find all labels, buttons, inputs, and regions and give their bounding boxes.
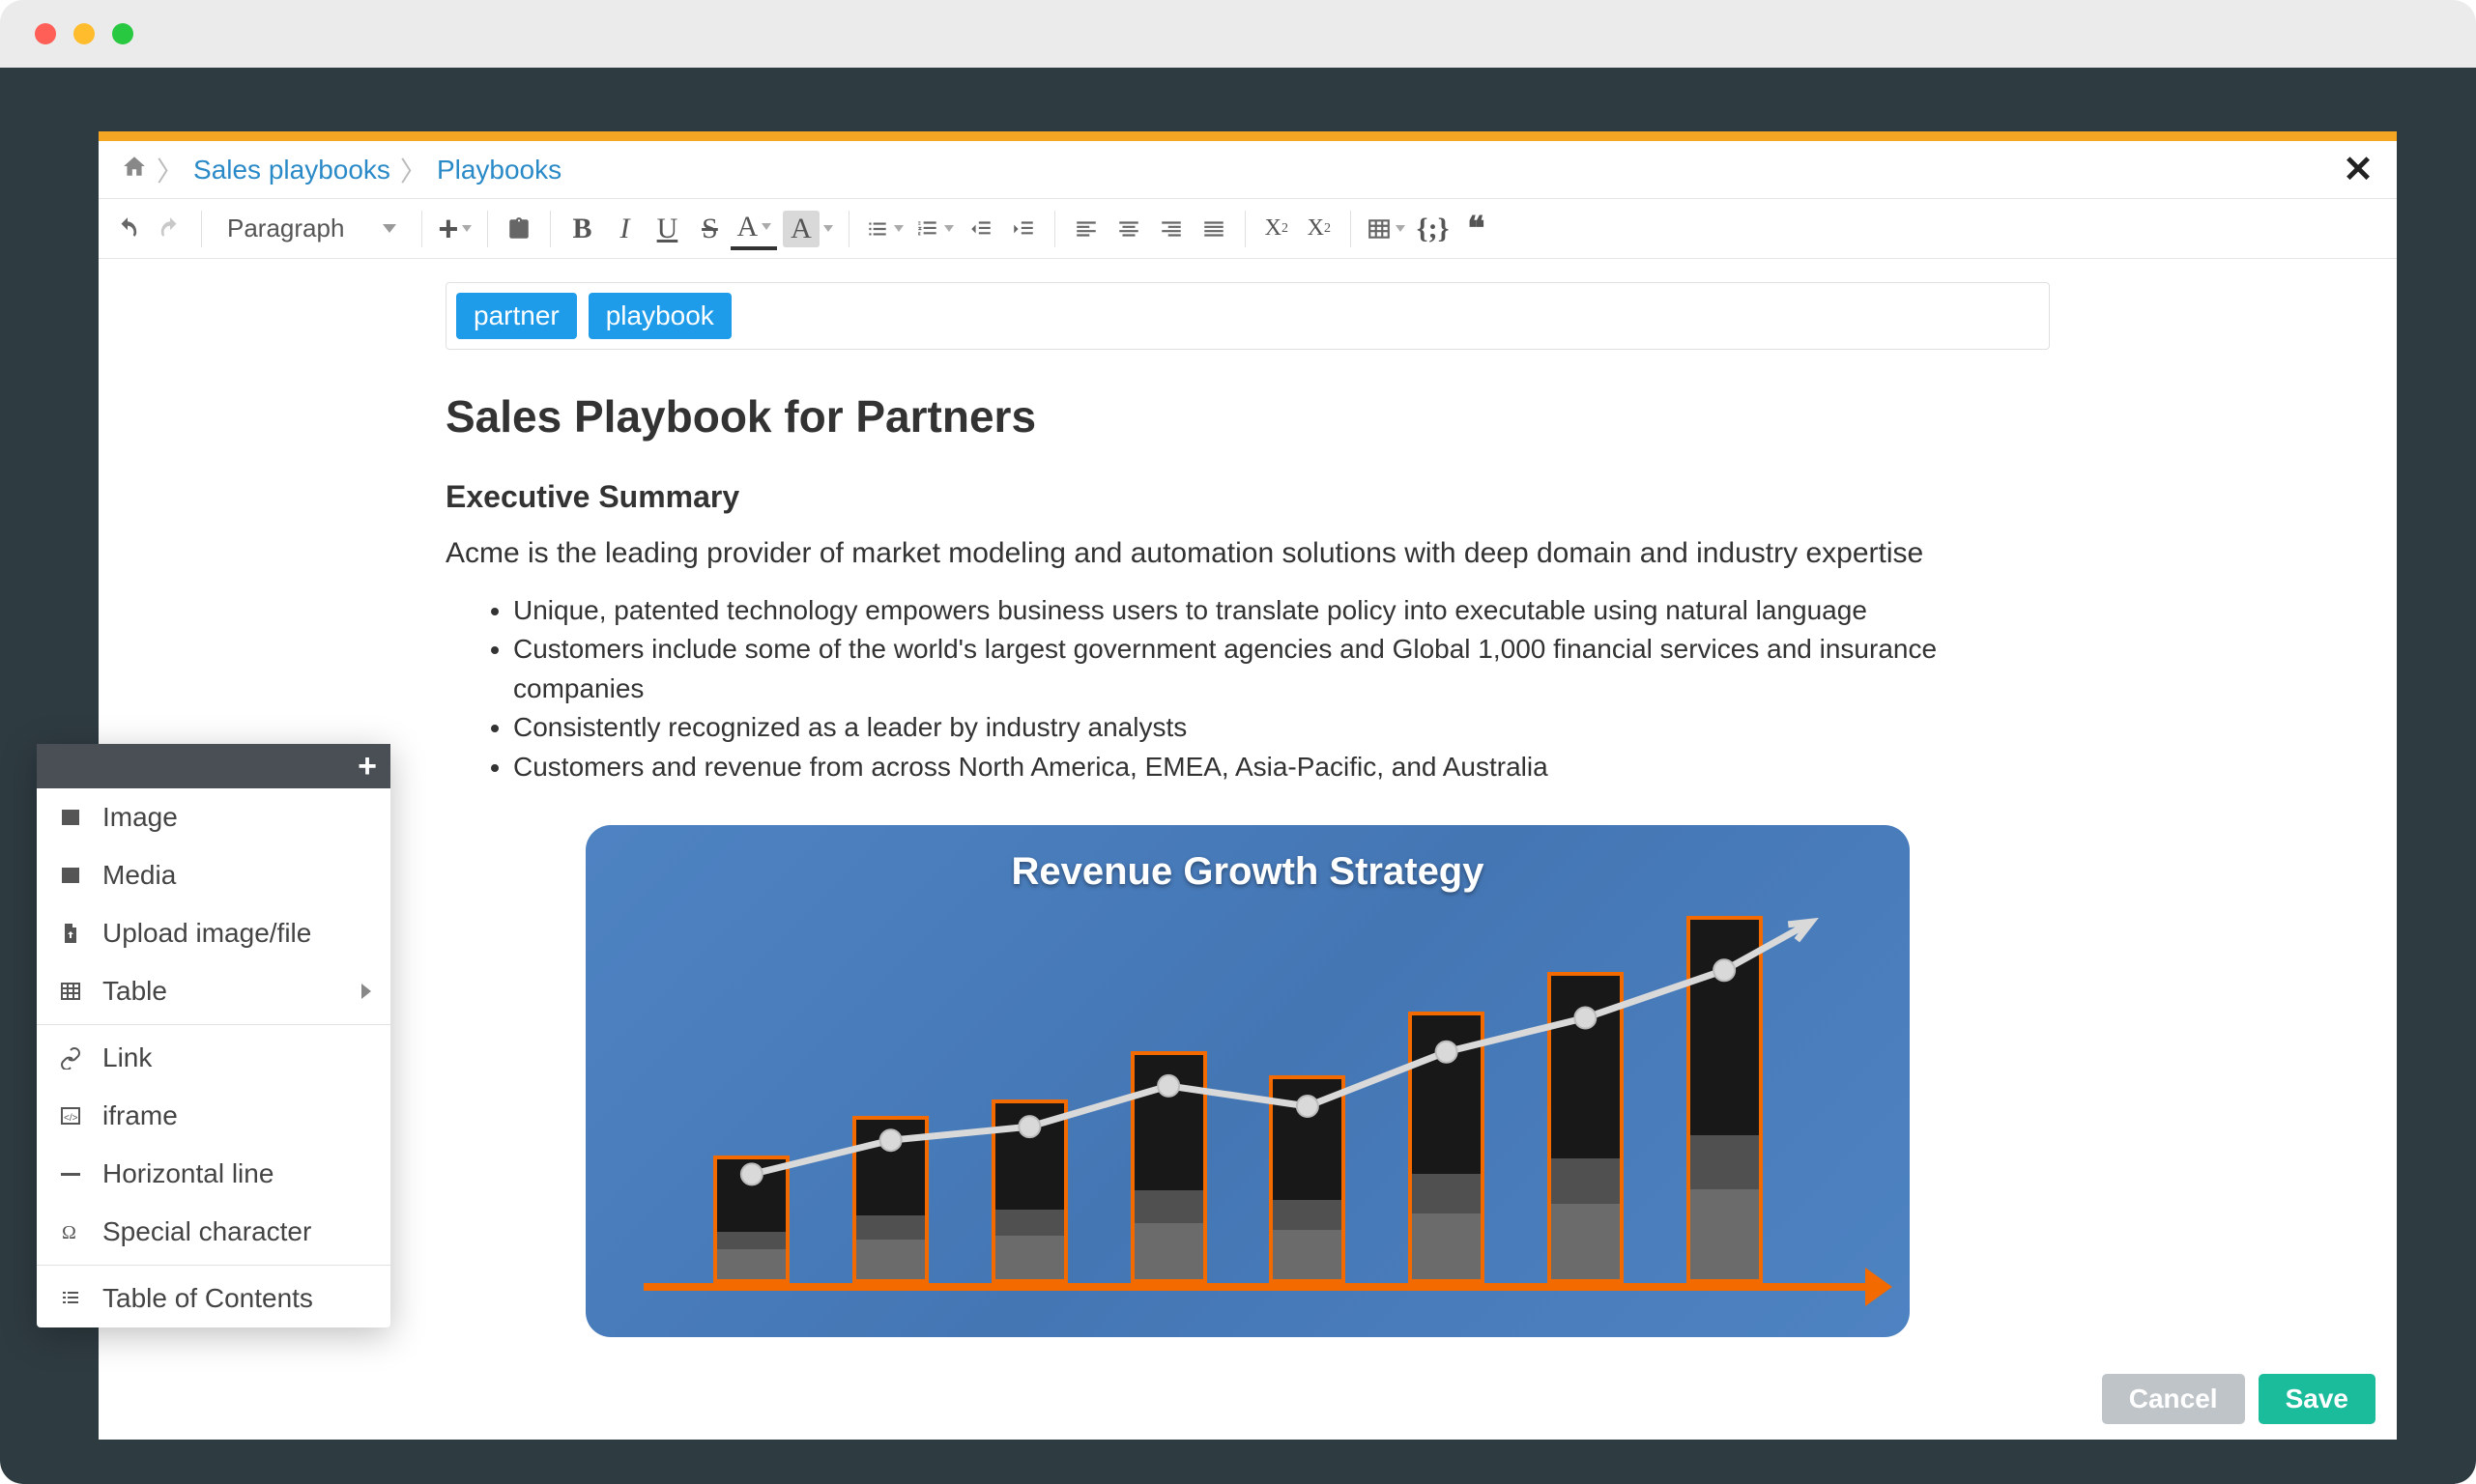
bullet-list: Unique, patented technology empowers bus… bbox=[446, 591, 2050, 787]
tag[interactable]: playbook bbox=[589, 293, 732, 339]
cancel-button[interactable]: Cancel bbox=[2102, 1374, 2245, 1424]
chevron-down-icon bbox=[383, 224, 396, 233]
insert-menu-header: + bbox=[37, 744, 390, 788]
paragraph-style-dropdown[interactable]: Paragraph bbox=[212, 208, 412, 250]
chevron-down-icon bbox=[894, 225, 904, 232]
home-icon[interactable] bbox=[122, 154, 147, 186]
insert-media[interactable]: Media bbox=[37, 846, 390, 904]
plus-icon[interactable]: + bbox=[358, 748, 377, 785]
align-center-button[interactable] bbox=[1108, 208, 1150, 250]
menu-item-label: iframe bbox=[102, 1100, 178, 1131]
breadcrumb-link-2[interactable]: Playbooks bbox=[437, 155, 561, 186]
list-item: Consistently recognized as a leader by i… bbox=[513, 708, 2050, 748]
insert-link[interactable]: Link bbox=[37, 1029, 390, 1087]
toolbar-sep bbox=[1350, 211, 1351, 247]
code-button[interactable]: {;} bbox=[1411, 208, 1455, 250]
toolbar-sep bbox=[1245, 211, 1246, 247]
insert-hr[interactable]: Horizontal line bbox=[37, 1145, 390, 1203]
editor-toolbar: Paragraph + B I U S A A bbox=[99, 199, 2397, 259]
strike-button[interactable]: S bbox=[688, 208, 731, 250]
chevron-down-icon bbox=[762, 223, 771, 230]
list-item: Customers include some of the world's la… bbox=[513, 630, 2050, 708]
insert-iframe[interactable]: </> iframe bbox=[37, 1087, 390, 1145]
quote-button[interactable]: ❝ bbox=[1454, 208, 1497, 250]
align-right-button[interactable] bbox=[1150, 208, 1193, 250]
editor-frame: 〉 Sales playbooks 〉 Playbooks ✕ Paragrap… bbox=[99, 131, 2397, 1440]
window-minimize-dot[interactable] bbox=[73, 23, 95, 44]
insert-special-char[interactable]: Ω Special character bbox=[37, 1203, 390, 1261]
superscript-button[interactable]: X2 bbox=[1298, 208, 1340, 250]
svg-text:Ω: Ω bbox=[62, 1222, 76, 1243]
toolbar-sep bbox=[487, 211, 488, 247]
chevron-down-icon bbox=[944, 225, 954, 232]
highlight-button[interactable]: A bbox=[777, 208, 839, 250]
menu-item-label: Horizontal line bbox=[102, 1158, 274, 1189]
chevron-down-icon bbox=[462, 225, 472, 232]
chevron-down-icon bbox=[823, 225, 833, 232]
redo-button[interactable] bbox=[149, 208, 191, 250]
save-button[interactable]: Save bbox=[2259, 1374, 2375, 1424]
menu-separator bbox=[37, 1024, 390, 1025]
insert-menu: + Image Media Upload image/file Table Link </… bbox=[37, 744, 390, 1327]
lead-paragraph: Acme is the leading provider of market m… bbox=[446, 534, 2050, 574]
chevron-down-icon bbox=[1396, 225, 1405, 232]
indent-button[interactable] bbox=[1002, 208, 1045, 250]
align-justify-button[interactable] bbox=[1193, 208, 1235, 250]
paragraph-style-label: Paragraph bbox=[227, 214, 344, 243]
editor-content[interactable]: partner playbook Sales Playbook for Part… bbox=[99, 259, 2397, 1440]
close-icon[interactable]: ✕ bbox=[2343, 148, 2374, 191]
insert-toc[interactable]: Table of Contents bbox=[37, 1270, 390, 1327]
window-close-dot[interactable] bbox=[35, 23, 56, 44]
tag-input[interactable]: partner playbook bbox=[446, 282, 2050, 350]
numbered-list-button[interactable] bbox=[909, 208, 960, 250]
insert-image[interactable]: Image bbox=[37, 788, 390, 846]
insert-upload[interactable]: Upload image/file bbox=[37, 904, 390, 962]
insert-button[interactable]: + bbox=[432, 208, 477, 250]
menu-item-label: Table bbox=[102, 976, 167, 1007]
insert-table[interactable]: Table bbox=[37, 962, 390, 1020]
underline-button[interactable]: U bbox=[646, 208, 688, 250]
breadcrumb-sep-icon: 〉 bbox=[400, 151, 427, 189]
chart-image: Revenue Growth Strategy bbox=[586, 825, 1910, 1337]
list-item: Customers and revenue from across North … bbox=[513, 748, 2050, 787]
text-color-button[interactable]: A bbox=[731, 208, 777, 250]
breadcrumb-sep-icon: 〉 bbox=[157, 151, 184, 189]
app-stage: 〉 Sales playbooks 〉 Playbooks ✕ Paragrap… bbox=[0, 68, 2476, 1484]
subscript-button[interactable]: X2 bbox=[1255, 208, 1298, 250]
toolbar-sep bbox=[201, 211, 202, 247]
italic-button[interactable]: I bbox=[603, 208, 646, 250]
menu-item-label: Upload image/file bbox=[102, 918, 311, 949]
toolbar-sep bbox=[550, 211, 551, 247]
tag[interactable]: partner bbox=[456, 293, 577, 339]
menu-item-label: Special character bbox=[102, 1216, 311, 1247]
bullet-list-button[interactable] bbox=[859, 208, 909, 250]
chart-trend-line bbox=[682, 883, 1794, 1283]
outdent-button[interactable] bbox=[960, 208, 1002, 250]
table-button[interactable] bbox=[1361, 208, 1411, 250]
paste-button[interactable] bbox=[498, 208, 540, 250]
svg-text:</>: </> bbox=[64, 1113, 78, 1124]
bold-button[interactable]: B bbox=[561, 208, 603, 250]
chevron-right-icon bbox=[361, 984, 371, 999]
align-left-button[interactable] bbox=[1065, 208, 1108, 250]
toolbar-sep bbox=[1054, 211, 1055, 247]
window-titlebar bbox=[0, 0, 2476, 68]
list-item: Unique, patented technology empowers bus… bbox=[513, 591, 2050, 631]
menu-separator bbox=[37, 1265, 390, 1266]
editor-footer: Cancel Save bbox=[2102, 1374, 2375, 1424]
section-heading: Executive Summary bbox=[446, 479, 2050, 515]
toolbar-sep bbox=[421, 211, 422, 247]
menu-item-label: Media bbox=[102, 860, 176, 891]
document-title: Sales Playbook for Partners bbox=[446, 390, 2050, 442]
browser-window: 〉 Sales playbooks 〉 Playbooks ✕ Paragrap… bbox=[0, 0, 2476, 1484]
menu-item-label: Link bbox=[102, 1042, 152, 1073]
breadcrumb: 〉 Sales playbooks 〉 Playbooks ✕ bbox=[99, 141, 2397, 199]
menu-item-label: Table of Contents bbox=[102, 1283, 313, 1314]
menu-item-label: Image bbox=[102, 802, 178, 833]
undo-button[interactable] bbox=[106, 208, 149, 250]
window-zoom-dot[interactable] bbox=[112, 23, 133, 44]
breadcrumb-link-1[interactable]: Sales playbooks bbox=[193, 155, 390, 186]
chart-axis bbox=[644, 1283, 1871, 1291]
